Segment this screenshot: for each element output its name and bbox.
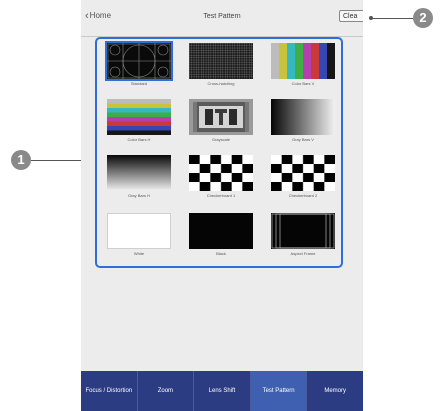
gray-bars-v-thumbnail — [271, 99, 335, 135]
tab-zoom[interactable]: Zoom — [138, 371, 195, 411]
tab-memory[interactable]: Memory — [307, 371, 363, 411]
pattern-color-bars-h[interactable]: Color Bars H — [104, 97, 174, 142]
cross-hatching-thumbnail — [189, 43, 253, 79]
checkerboard-1-thumbnail — [189, 155, 253, 191]
pattern-label: Grayscale — [211, 137, 230, 142]
tab-test-pattern[interactable]: Test Pattern — [250, 371, 308, 411]
color-bars-v-thumbnail — [271, 43, 335, 79]
pattern-aspect-frame[interactable]: Aspect Frame — [268, 211, 338, 256]
pattern-color-bars-v[interactable]: Color Bars V — [268, 41, 338, 86]
pattern-standard[interactable]: Standard — [104, 41, 174, 86]
pattern-label: Color Bars V — [291, 81, 315, 86]
pattern-label: White — [133, 251, 145, 256]
pattern-grayscale[interactable]: Grayscale — [186, 97, 256, 142]
clear-button[interactable]: Clea — [339, 10, 363, 22]
pattern-label: Checkerboard 2 — [288, 193, 318, 198]
black-thumbnail — [189, 213, 253, 249]
pattern-gray-bars-v[interactable]: Gray Bars V — [268, 97, 338, 142]
pattern-label: Checkerboard 1 — [206, 193, 236, 198]
callout-2: 2 — [413, 8, 433, 28]
color-bars-h-thumbnail — [107, 99, 171, 135]
callout-2-line — [372, 18, 413, 19]
pattern-checkerboard-2[interactable]: Checkerboard 2 — [268, 153, 338, 198]
pattern-label: Cross-hatching — [207, 81, 235, 86]
grayscale-thumbnail — [189, 99, 253, 135]
pattern-label: Gray Bars H — [127, 193, 150, 198]
pattern-black[interactable]: Black — [186, 211, 256, 256]
checkerboard-2-thumbnail — [271, 155, 335, 191]
aspect-frame-thumbnail — [271, 213, 335, 249]
tab-lens-shift[interactable]: Lens Shift — [194, 371, 251, 411]
pattern-label: Gray Bars V — [292, 137, 314, 142]
pattern-label: Aspect Frame — [290, 251, 316, 256]
page-title: Test Pattern — [203, 13, 241, 20]
bottom-tab-bar: Focus / Distortion Zoom Lens Shift Test … — [81, 371, 363, 411]
gray-bars-h-thumbnail — [107, 155, 171, 191]
pattern-cross-hatching[interactable]: Cross-hatching — [186, 41, 256, 86]
pattern-checkerboard-1[interactable]: Checkerboard 1 — [186, 153, 256, 198]
standard-thumbnail — [105, 41, 173, 81]
white-thumbnail — [107, 213, 171, 249]
pattern-gray-bars-h[interactable]: Gray Bars H — [104, 153, 174, 198]
header-bar: ‹ Home Test Pattern Clea — [81, 0, 363, 37]
pattern-label: Standard — [130, 81, 148, 86]
pattern-label: Color Bars H — [127, 137, 151, 142]
pattern-label: Black — [216, 251, 226, 256]
callout-2-dot — [369, 16, 373, 20]
tab-focus-distortion[interactable]: Focus / Distortion — [81, 371, 138, 411]
test-pattern-grid: Standard Cross-hatching Color Bars V Col… — [95, 37, 343, 268]
callout-1: 1 — [11, 150, 31, 170]
pattern-white[interactable]: White — [104, 211, 174, 256]
tablet-screen: ‹ Home Test Pattern Clea Standard Cross-… — [81, 0, 363, 411]
